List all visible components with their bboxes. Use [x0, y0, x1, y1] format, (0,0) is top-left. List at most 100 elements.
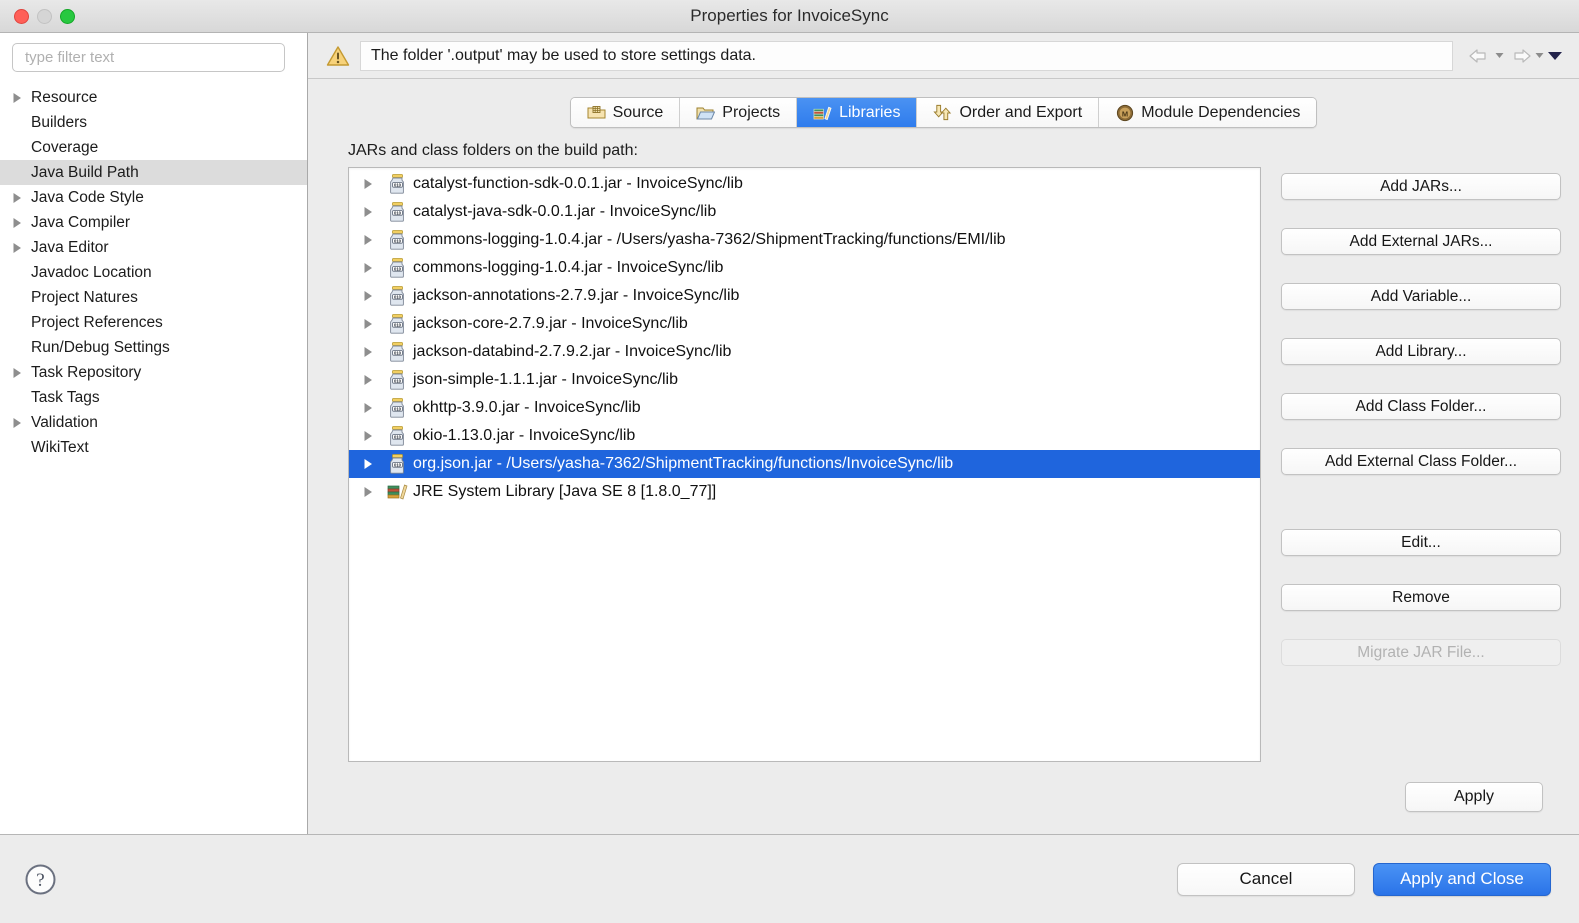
tab-module-dependencies[interactable]: M Module Dependencies: [1099, 98, 1317, 127]
expand-triangle-icon[interactable]: [363, 234, 385, 246]
history-menu-button[interactable]: [1547, 50, 1563, 61]
sidebar-item-resource[interactable]: Resource: [0, 85, 307, 110]
tab-libraries[interactable]: Libraries: [797, 98, 918, 127]
tab-source[interactable]: Source: [570, 98, 681, 127]
table-row[interactable]: JRE System Library [Java SE 8 [1.8.0_77]…: [349, 478, 1260, 506]
expand-triangle-icon[interactable]: [363, 346, 385, 358]
edit-button[interactable]: Edit...: [1281, 529, 1561, 556]
libraries-books-icon: [813, 104, 832, 121]
jar-icon: 010: [385, 426, 409, 446]
add-external-class-folder-button[interactable]: Add External Class Folder...: [1281, 448, 1561, 475]
library-entry-label: org.json.jar - /Users/yasha-7362/Shipmen…: [413, 455, 954, 472]
table-row[interactable]: 010 commons-logging-1.0.4.jar - InvoiceSy…: [349, 254, 1260, 282]
table-row[interactable]: 010 okhttp-3.9.0.jar - InvoiceSync/lib: [349, 394, 1260, 422]
tab-label: Module Dependencies: [1141, 103, 1301, 121]
sidebar-item-label: Javadoc Location: [31, 263, 152, 281]
svg-text:010: 010: [394, 406, 402, 411]
library-entry-label: okio-1.13.0.jar - InvoiceSync/lib: [413, 427, 636, 444]
apply-and-close-button[interactable]: Apply and Close: [1373, 862, 1551, 896]
expand-triangle-icon[interactable]: [363, 374, 385, 386]
sidebar-item-run-debug-settings[interactable]: Run/Debug Settings: [0, 335, 307, 360]
table-row[interactable]: 010 commons-logging-1.0.4.jar - /Users/ya…: [349, 226, 1260, 254]
minimize-window-button[interactable]: [37, 8, 52, 24]
table-row[interactable]: 010 catalyst-java-sdk-0.0.1.jar - Invoice…: [349, 198, 1260, 226]
library-entry-label: catalyst-function-sdk-0.0.1.jar - Invoic…: [413, 175, 743, 192]
add-library-button[interactable]: Add Library...: [1281, 338, 1561, 365]
svg-text:010: 010: [394, 378, 402, 383]
svg-text:010: 010: [394, 210, 402, 215]
sidebar-item-javadoc-location[interactable]: Javadoc Location: [0, 260, 307, 285]
tab-label: Libraries: [839, 103, 901, 121]
expand-triangle-icon[interactable]: [363, 430, 385, 442]
forward-dropdown-chevron-icon: [1535, 53, 1544, 58]
build-path-list[interactable]: 010 catalyst-function-sdk-0.0.1.jar - Inv…: [348, 167, 1261, 762]
sidebar-item-task-repository[interactable]: Task Repository: [0, 360, 307, 385]
expand-triangle-icon[interactable]: [363, 290, 385, 302]
apply-button[interactable]: Apply: [1405, 782, 1543, 812]
dialog-body: Resource Builders Coverage Java Build Path J…: [0, 33, 1579, 834]
table-row[interactable]: 010 org.json.jar - /Users/yasha-7362/Ship…: [349, 450, 1260, 478]
sidebar-item-java-editor[interactable]: Java Editor: [0, 235, 307, 260]
add-jars-button[interactable]: Add JARs...: [1281, 173, 1561, 200]
sidebar-item-task-tags[interactable]: Task Tags: [0, 385, 307, 410]
filter-input[interactable]: [12, 43, 285, 72]
sidebar-item-java-code-style[interactable]: Java Code Style: [0, 185, 307, 210]
expand-triangle-icon[interactable]: [363, 318, 385, 330]
library-entry-label: catalyst-java-sdk-0.0.1.jar - InvoiceSyn…: [413, 203, 717, 220]
close-window-button[interactable]: [14, 8, 29, 24]
help-question-icon[interactable]: ?: [24, 863, 57, 896]
library-entry-label: commons-logging-1.0.4.jar - /Users/yasha…: [413, 231, 1006, 248]
back-dropdown-chevron-icon: [1495, 53, 1504, 58]
sidebar-item-wikitext[interactable]: WikiText: [0, 435, 307, 460]
expand-triangle-icon[interactable]: [363, 206, 385, 218]
expand-triangle-icon[interactable]: [363, 178, 385, 190]
library-entry-label: jackson-core-2.7.9.jar - InvoiceSync/lib: [413, 315, 688, 332]
cancel-button[interactable]: Cancel: [1177, 862, 1355, 896]
tab-projects[interactable]: Projects: [680, 98, 798, 127]
sidebar-item-java-build-path[interactable]: Java Build Path: [0, 160, 307, 185]
back-button[interactable]: [1467, 47, 1504, 65]
expand-triangle-icon[interactable]: [12, 192, 31, 204]
library-entry-label: commons-logging-1.0.4.jar - InvoiceSync/…: [413, 259, 724, 276]
order-export-arrows-icon: [933, 104, 952, 121]
warning-triangle-icon: [326, 45, 350, 67]
table-row[interactable]: 010 json-simple-1.1.1.jar - InvoiceSync/l…: [349, 366, 1260, 394]
expand-triangle-icon[interactable]: [12, 92, 31, 104]
expand-triangle-icon[interactable]: [12, 242, 31, 254]
add-variable-button[interactable]: Add Variable...: [1281, 283, 1561, 310]
expand-triangle-icon[interactable]: [363, 402, 385, 414]
jar-icon: 010: [385, 370, 409, 390]
module-badge-icon: M: [1115, 104, 1134, 121]
tab-order-and-export[interactable]: Order and Export: [917, 98, 1100, 127]
zoom-window-button[interactable]: [60, 8, 75, 24]
sidebar-item-validation[interactable]: Validation: [0, 410, 307, 435]
expand-triangle-icon[interactable]: [363, 458, 385, 470]
title-bar: Properties for InvoiceSync: [0, 0, 1579, 33]
add-external-jars-button[interactable]: Add External JARs...: [1281, 228, 1561, 255]
svg-text:010: 010: [394, 182, 402, 187]
table-row[interactable]: 010 catalyst-function-sdk-0.0.1.jar - Inv…: [349, 170, 1260, 198]
table-row[interactable]: 010 jackson-databind-2.7.9.2.jar - Invoic…: [349, 338, 1260, 366]
remove-button[interactable]: Remove: [1281, 584, 1561, 611]
expand-triangle-icon[interactable]: [12, 417, 31, 429]
svg-text:010: 010: [394, 266, 402, 271]
sidebar-item-builders[interactable]: Builders: [0, 110, 307, 135]
sidebar-item-coverage[interactable]: Coverage: [0, 135, 307, 160]
table-row[interactable]: 010 jackson-core-2.7.9.jar - InvoiceSync/…: [349, 310, 1260, 338]
expand-triangle-icon[interactable]: [363, 486, 385, 498]
list-and-buttons: 010 catalyst-function-sdk-0.0.1.jar - Inv…: [348, 167, 1561, 762]
sidebar-item-label: Task Repository: [31, 363, 142, 381]
table-row[interactable]: 010 jackson-annotations-2.7.9.jar - Invoi…: [349, 282, 1260, 310]
expand-triangle-icon[interactable]: [12, 367, 31, 379]
sidebar-item-java-compiler[interactable]: Java Compiler: [0, 210, 307, 235]
jar-icon: 010: [385, 314, 409, 334]
svg-text:010: 010: [394, 322, 402, 327]
sidebar-item-project-natures[interactable]: Project Natures: [0, 285, 307, 310]
expand-triangle-icon[interactable]: [363, 262, 385, 274]
svg-text:010: 010: [394, 434, 402, 439]
forward-button[interactable]: [1507, 47, 1544, 65]
sidebar-item-project-references[interactable]: Project References: [0, 310, 307, 335]
table-row[interactable]: 010 okio-1.13.0.jar - InvoiceSync/lib: [349, 422, 1260, 450]
add-class-folder-button[interactable]: Add Class Folder...: [1281, 393, 1561, 420]
expand-triangle-icon[interactable]: [12, 217, 31, 229]
